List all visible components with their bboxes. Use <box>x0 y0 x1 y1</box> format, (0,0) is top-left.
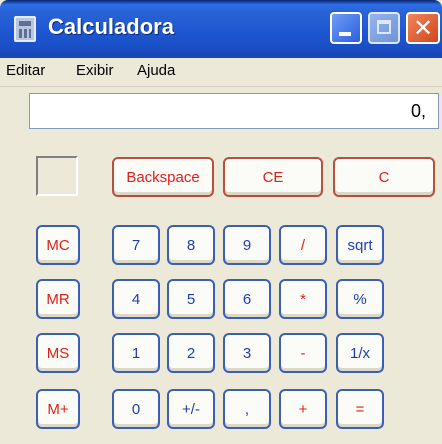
mplus-button[interactable]: M+ <box>36 389 80 429</box>
title-bar[interactable]: Calculadora ✕ <box>0 0 442 58</box>
key-4[interactable]: 4 <box>112 279 160 319</box>
maximize-icon <box>377 20 391 34</box>
decimal-button[interactable]: , <box>223 389 271 429</box>
sqrt-button[interactable]: sqrt <box>336 225 384 265</box>
menu-exibir[interactable]: Exibir <box>76 62 114 79</box>
maximize-button[interactable] <box>368 12 400 44</box>
memory-indicator <box>36 156 78 196</box>
mc-button[interactable]: MC <box>36 225 80 265</box>
key-5[interactable]: 5 <box>167 279 215 319</box>
multiply-button[interactable]: * <box>279 279 327 319</box>
divide-button[interactable]: / <box>279 225 327 265</box>
key-9[interactable]: 9 <box>223 225 271 265</box>
minimize-button[interactable] <box>330 12 362 44</box>
backspace-button[interactable]: Backspace <box>112 157 214 197</box>
key-3[interactable]: 3 <box>223 333 271 373</box>
window-title: Calculadora <box>48 14 174 39</box>
key-0[interactable]: 0 <box>112 389 160 429</box>
key-7[interactable]: 7 <box>112 225 160 265</box>
menu-ajuda[interactable]: Ajuda <box>137 62 175 79</box>
add-button[interactable]: + <box>279 389 327 429</box>
close-button[interactable]: ✕ <box>406 12 440 44</box>
calculator-window: Calculadora ✕ Editar Exibir Ajuda 0, Bac… <box>0 0 442 444</box>
key-8[interactable]: 8 <box>167 225 215 265</box>
display-field[interactable]: 0, <box>29 93 439 129</box>
reciprocal-button[interactable]: 1/x <box>336 333 384 373</box>
clear-button[interactable]: C <box>333 157 435 197</box>
menu-editar[interactable]: Editar <box>6 62 45 79</box>
ms-button[interactable]: MS <box>36 333 80 373</box>
ce-button[interactable]: CE <box>223 157 323 197</box>
key-6[interactable]: 6 <box>223 279 271 319</box>
equals-button[interactable]: = <box>336 389 384 429</box>
close-icon: ✕ <box>413 14 434 42</box>
sign-button[interactable]: +/- <box>167 389 215 429</box>
key-2[interactable]: 2 <box>167 333 215 373</box>
mr-button[interactable]: MR <box>36 279 80 319</box>
key-1[interactable]: 1 <box>112 333 160 373</box>
subtract-button[interactable]: - <box>279 333 327 373</box>
menu-bar: Editar Exibir Ajuda <box>0 58 442 87</box>
calculator-icon <box>14 16 36 42</box>
percent-button[interactable]: % <box>336 279 384 319</box>
display-value: 0, <box>410 101 426 121</box>
minimize-icon <box>339 32 351 36</box>
